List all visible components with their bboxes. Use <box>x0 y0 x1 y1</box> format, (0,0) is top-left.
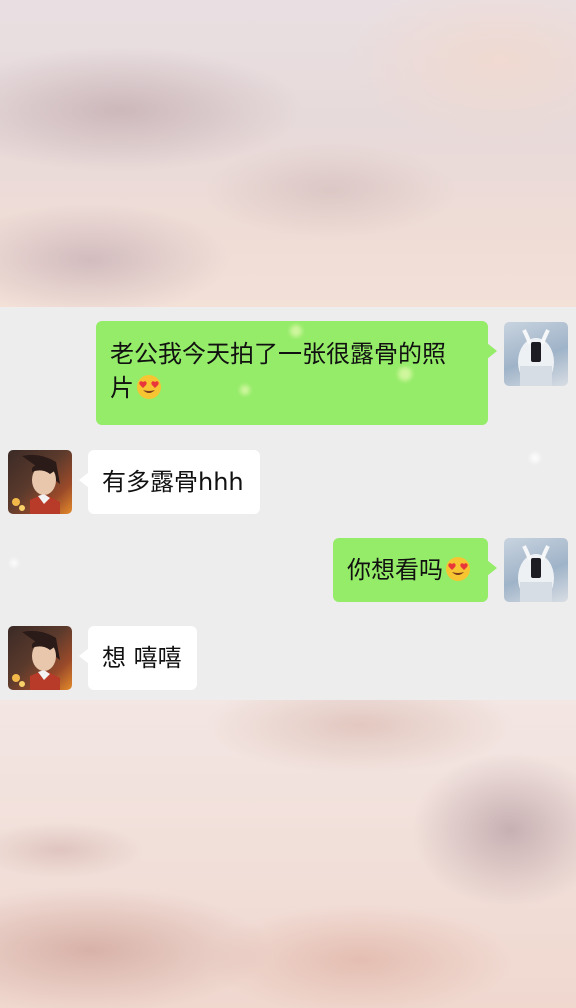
sparkle-decoration <box>240 385 250 395</box>
avatar-photo-icon <box>518 545 554 602</box>
my-avatar[interactable] <box>504 322 568 386</box>
message-text: 想 嘻嘻 <box>102 644 182 672</box>
avatar-photo-icon <box>518 329 554 386</box>
heart-eyes-emoji-icon <box>446 557 470 581</box>
heart-eyes-emoji-icon <box>137 375 161 399</box>
sparkle-decoration <box>290 325 302 337</box>
message-bubble-received[interactable]: 想 嘻嘻 <box>79 626 197 690</box>
message-text: 老公我今天拍了一张很露骨的照 <box>110 340 446 368</box>
chat-screenshot: 老公我今天拍了一张很露骨的照 片 有多露骨hhh 你想看吗 想 嘻嘻 <box>0 307 576 700</box>
my-avatar[interactable] <box>504 538 568 602</box>
sparkle-decoration <box>10 559 18 567</box>
sky-background-top <box>0 0 576 307</box>
sparkle-decoration <box>398 367 412 381</box>
avatar-anime-icon <box>12 454 60 514</box>
contact-avatar[interactable] <box>8 626 72 690</box>
sparkle-decoration <box>530 453 540 463</box>
message-text-continued: 片 <box>110 371 474 405</box>
avatar-anime-icon <box>12 630 60 690</box>
contact-avatar[interactable] <box>8 450 72 514</box>
message-bubble-sent[interactable]: 老公我今天拍了一张很露骨的照 片 <box>96 321 497 425</box>
message-text-line2: 片 <box>110 374 134 402</box>
sky-background-bottom <box>0 700 576 1008</box>
message-text: 有多露骨hhh <box>102 468 244 496</box>
message-bubble-sent[interactable]: 你想看吗 <box>333 538 497 602</box>
message-text: 你想看吗 <box>347 556 443 584</box>
message-bubble-received[interactable]: 有多露骨hhh <box>79 450 260 514</box>
